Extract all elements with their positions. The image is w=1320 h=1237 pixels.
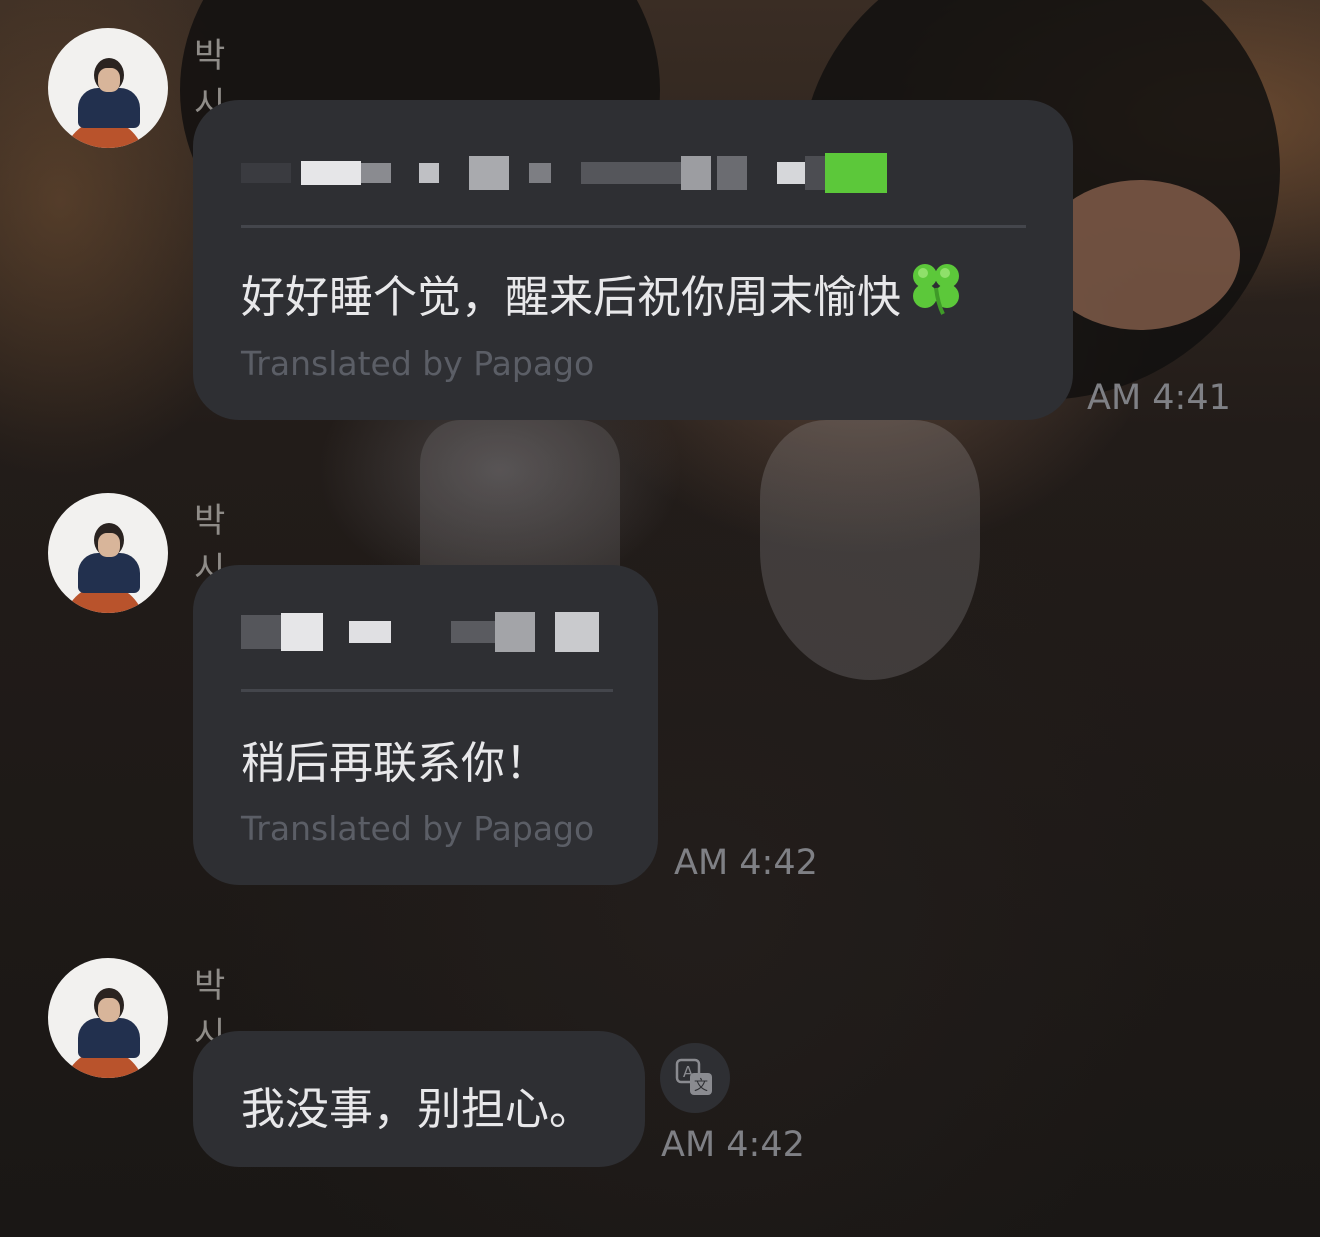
translation-credit: Translated by Papago (241, 809, 595, 848)
translation-credit: Translated by Papago (241, 344, 595, 383)
message-timestamp: AM 4:41 (1087, 378, 1231, 418)
translated-text: 稍后再联系你！ (241, 738, 549, 789)
message-bubble[interactable]: 我没事，别担心。 (193, 1031, 645, 1167)
sender-avatar[interactable] (48, 28, 168, 148)
message-text: 我没事，别担心。 (241, 1084, 593, 1135)
sender-avatar[interactable] (48, 493, 168, 613)
translated-text: 好好睡个觉，醒来后祝你周末愉快 (241, 260, 965, 327)
four-leaf-clover-icon (907, 260, 965, 327)
pixelated-original-text (241, 607, 599, 657)
message-bubble[interactable]: 好好睡个觉，醒来后祝你周末愉快 Translated by Papago (193, 100, 1073, 420)
message-timestamp: AM 4:42 (661, 1125, 805, 1165)
svg-text:文: 文 (694, 1078, 708, 1094)
message-timestamp: AM 4:42 (674, 843, 818, 883)
translate-button[interactable]: A 文 (660, 1043, 730, 1113)
message-bubble[interactable]: 稍后再联系你！ Translated by Papago (193, 565, 658, 885)
translate-icon: A 文 (675, 1058, 712, 1095)
pixelated-original-text (241, 148, 887, 198)
sender-avatar[interactable] (48, 958, 168, 1078)
